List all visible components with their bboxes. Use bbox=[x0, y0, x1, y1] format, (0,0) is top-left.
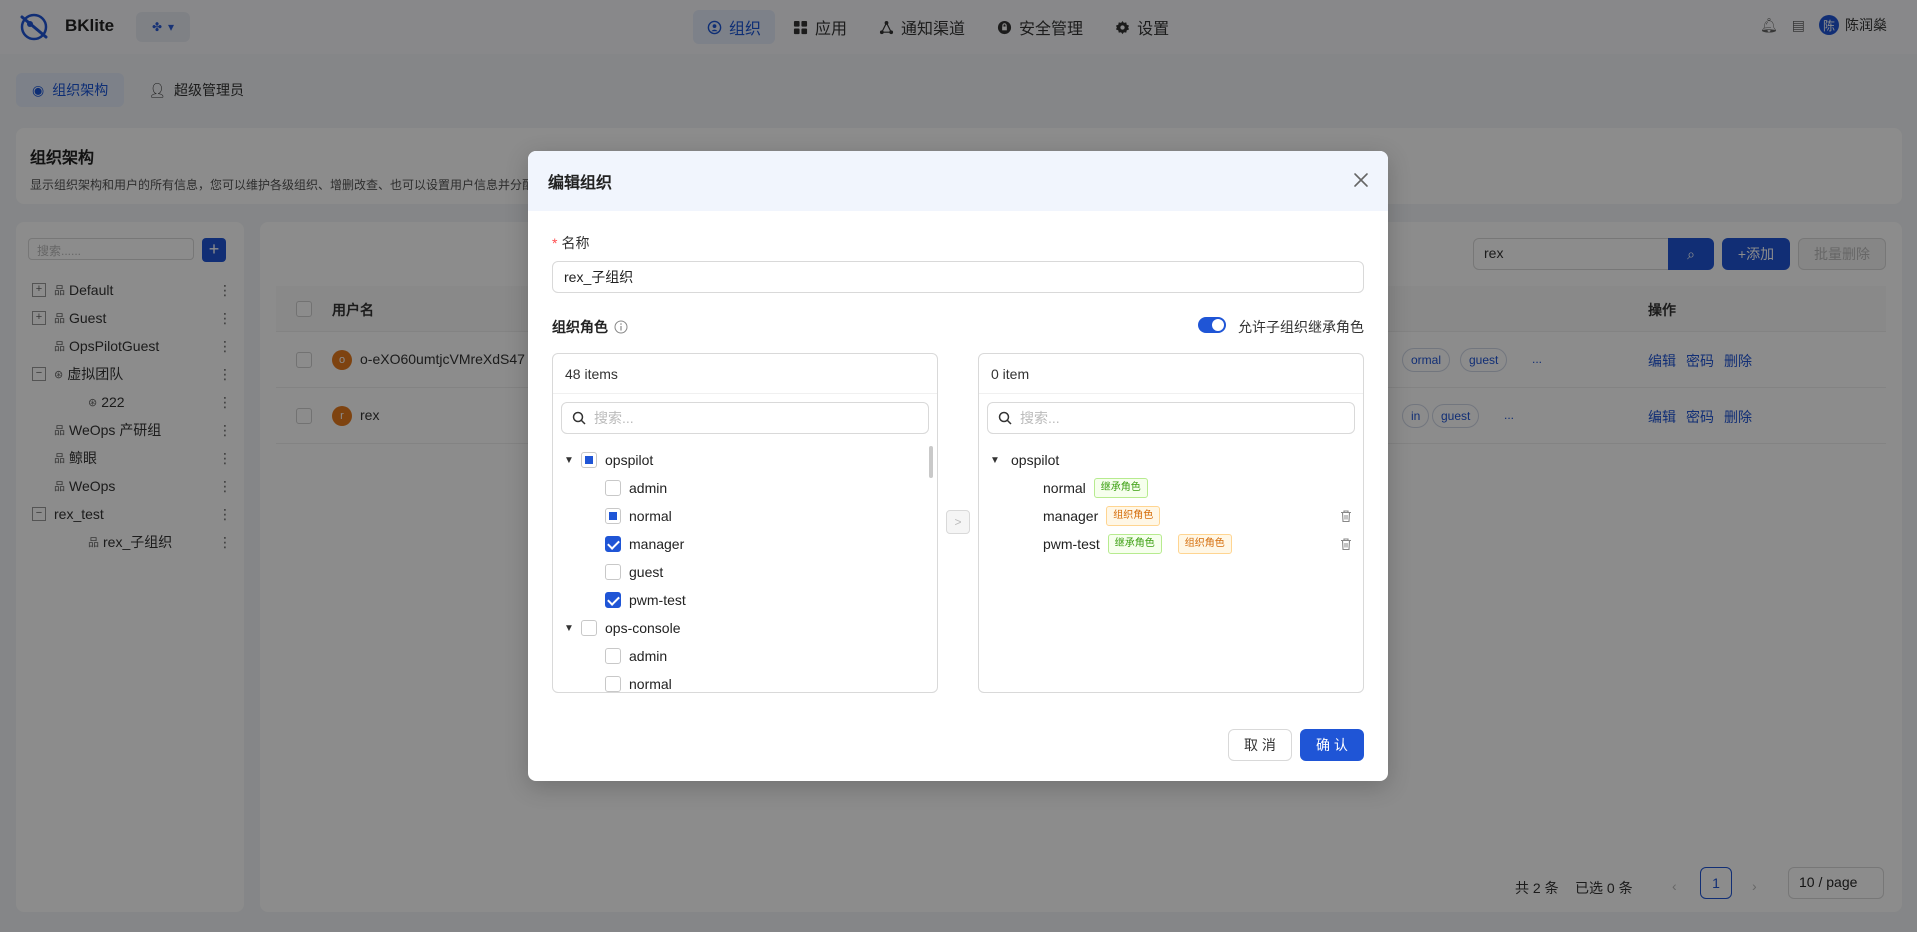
search-icon bbox=[998, 411, 1012, 425]
role-checkbox[interactable] bbox=[605, 508, 621, 524]
role-item-guest[interactable]: guest bbox=[553, 558, 937, 586]
role-item-admin[interactable]: admin bbox=[553, 642, 937, 670]
selected-roles-tree: ▼ opspilot normal 继承角色 manager 组织角色 pwm-… bbox=[979, 446, 1363, 558]
role-item-manager[interactable]: manager bbox=[553, 530, 937, 558]
caret-down-icon[interactable]: ▼ bbox=[557, 623, 581, 634]
selected-roles-count: 0 item bbox=[979, 354, 1363, 394]
search-icon bbox=[572, 411, 586, 425]
role-checkbox[interactable] bbox=[605, 536, 621, 552]
close-icon[interactable] bbox=[1352, 171, 1370, 189]
caret-down-icon[interactable]: ▼ bbox=[983, 455, 1007, 466]
inherited-role-tag: 继承角色 bbox=[1107, 534, 1162, 554]
selected-roles-search[interactable]: 搜索... bbox=[987, 402, 1355, 434]
selected-roles-panel: 0 item 搜索... ▼ opspilot normal 继承角色 mana… bbox=[978, 353, 1364, 693]
modal-title: 编辑组织 bbox=[548, 175, 613, 192]
role-checkbox[interactable] bbox=[605, 564, 621, 580]
tree-group-opspilot[interactable]: ▼ opspilot bbox=[553, 446, 937, 474]
org-role-tag: 组织角色 bbox=[1177, 534, 1232, 554]
available-roles-count: 48 items bbox=[553, 354, 937, 394]
org-role-tag: 组织角色 bbox=[1106, 506, 1161, 526]
trash-icon[interactable] bbox=[1339, 509, 1353, 523]
trash-icon[interactable] bbox=[1339, 537, 1353, 551]
available-roles-tree: ▼ opspilot admin normal manager guest pw… bbox=[553, 446, 937, 692]
group-checkbox[interactable] bbox=[581, 452, 597, 468]
role-item-normal[interactable]: normal bbox=[553, 670, 937, 692]
group-checkbox[interactable] bbox=[581, 620, 597, 636]
inherited-role-tag: 继承角色 bbox=[1093, 478, 1148, 498]
role-checkbox[interactable] bbox=[605, 676, 621, 692]
role-checkbox[interactable] bbox=[605, 480, 621, 496]
org-name-input[interactable] bbox=[552, 261, 1364, 293]
role-checkbox[interactable] bbox=[605, 592, 621, 608]
chevron-right-icon: > bbox=[954, 515, 962, 529]
role-item-normal[interactable]: normal bbox=[553, 502, 937, 530]
available-roles-search[interactable]: 搜索... bbox=[561, 402, 929, 434]
required-mark: * bbox=[552, 235, 558, 251]
edit-org-modal: 编辑组织 *名称 组织角色 允许子组织继承角色 48 items 搜索... ▼… bbox=[528, 151, 1388, 781]
selected-role-pwm-test: pwm-test 继承角色 组织角色 bbox=[979, 530, 1363, 558]
confirm-button[interactable]: 确 认 bbox=[1300, 729, 1364, 761]
role-item-admin[interactable]: admin bbox=[553, 474, 937, 502]
selected-role-normal: normal 继承角色 bbox=[979, 474, 1363, 502]
info-icon[interactable] bbox=[614, 320, 628, 334]
list-scrollbar[interactable] bbox=[929, 446, 933, 478]
tree-group-ops-console[interactable]: ▼ ops-console bbox=[553, 614, 937, 642]
tree-group-opspilot[interactable]: ▼ opspilot bbox=[979, 446, 1363, 474]
move-right-button[interactable]: > bbox=[946, 510, 970, 534]
available-roles-panel: 48 items 搜索... ▼ opspilot admin normal m… bbox=[552, 353, 938, 693]
cancel-button[interactable]: 取 消 bbox=[1228, 729, 1292, 761]
selected-role-manager: manager 组织角色 bbox=[979, 502, 1363, 530]
role-item-pwm-test[interactable]: pwm-test bbox=[553, 586, 937, 614]
role-checkbox[interactable] bbox=[605, 648, 621, 664]
inherit-roles-toggle[interactable] bbox=[1198, 317, 1226, 333]
caret-down-icon[interactable]: ▼ bbox=[557, 455, 581, 466]
modal-header: 编辑组织 bbox=[528, 151, 1388, 211]
name-label: * 名称 bbox=[552, 235, 590, 251]
inherit-roles-label: 允许子组织继承角色 bbox=[1238, 319, 1364, 335]
role-label: 组织角色 bbox=[552, 317, 628, 337]
